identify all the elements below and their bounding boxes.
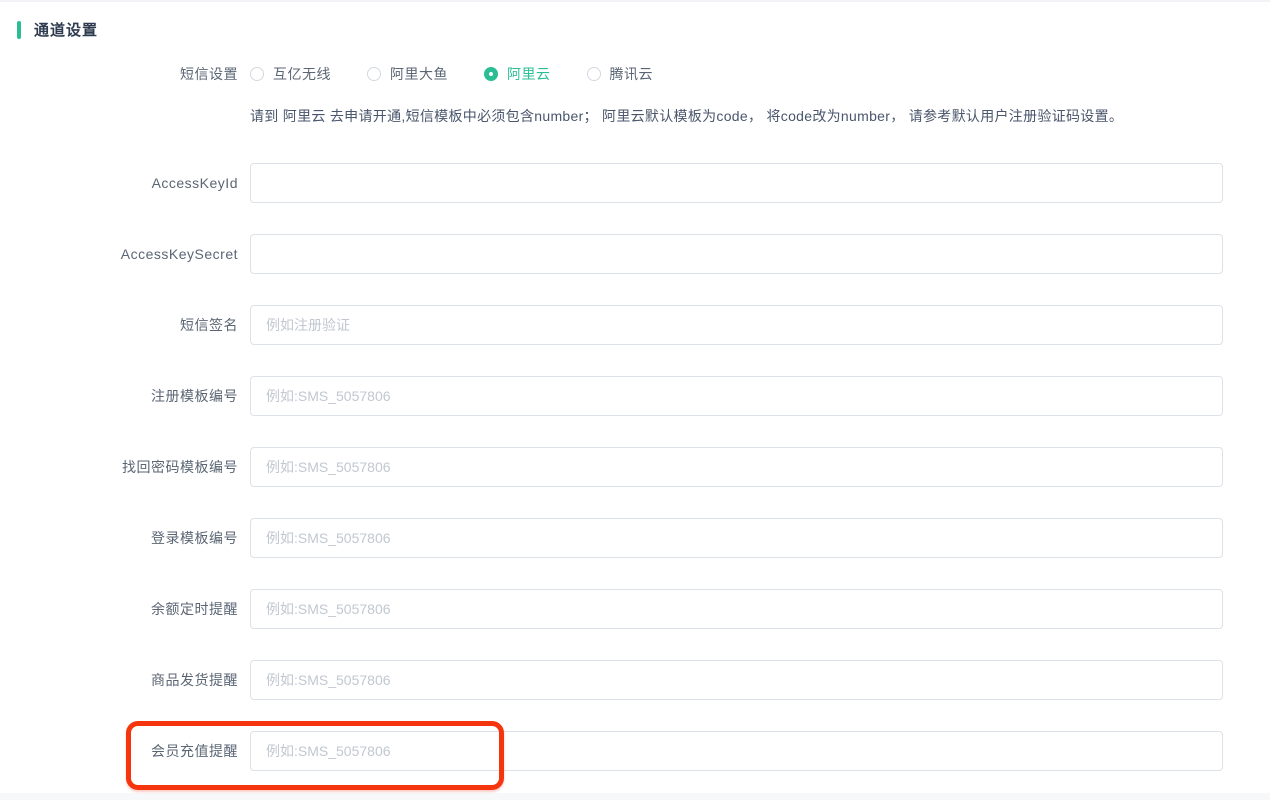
section-accent-bar xyxy=(17,21,21,39)
access-key-id-label: AccessKeyId xyxy=(0,175,250,191)
sms-signature-label: 短信签名 xyxy=(0,315,250,335)
balance-timed-reminder-label: 余额定时提醒 xyxy=(0,599,250,619)
balance-timed-reminder-input[interactable] xyxy=(250,589,1223,629)
login-template-id-label: 登录模板编号 xyxy=(0,528,250,548)
form-field-rows: AccessKeyId AccessKeySecret 短信签名注册模板编号找回密码… xyxy=(0,163,1270,771)
sms-signature-input[interactable] xyxy=(250,305,1223,345)
password-recovery-template-id-label: 找回密码模板编号 xyxy=(0,457,250,477)
channel-settings-panel: 通道设置 短信设置 互亿无线 阿里大鱼 阿里云 腾讯云 请到 阿里云 去申请开通,短信… xyxy=(0,0,1270,793)
radio-circle-icon xyxy=(587,67,601,81)
radio-option-huyi-wireless[interactable]: 互亿无线 xyxy=(250,64,331,84)
form-row-login-template-id: 登录模板编号 xyxy=(0,518,1270,558)
radio-option-tencent-cloud[interactable]: 腾讯云 xyxy=(587,64,654,84)
form-row-member-recharge-reminder: 会员充值提醒 xyxy=(0,731,1270,771)
form-row-password-recovery-template-id: 找回密码模板编号 xyxy=(0,447,1270,487)
radio-option-label: 阿里大鱼 xyxy=(390,64,448,84)
register-template-id-input[interactable] xyxy=(250,376,1223,416)
form-row-register-template-id: 注册模板编号 xyxy=(0,376,1270,416)
form-row-sms-signature: 短信签名 xyxy=(0,305,1270,345)
sms-provider-radio-group: 互亿无线 阿里大鱼 阿里云 腾讯云 xyxy=(250,64,689,84)
radio-circle-icon xyxy=(367,67,381,81)
form-row-balance-timed-reminder: 余额定时提醒 xyxy=(0,589,1270,629)
page-title: 通道设置 xyxy=(34,19,98,40)
radio-option-label: 腾讯云 xyxy=(610,64,654,84)
sms-provider-label: 短信设置 xyxy=(0,64,250,84)
password-recovery-template-id-input[interactable] xyxy=(250,447,1223,487)
radio-option-label: 阿里云 xyxy=(507,64,551,84)
form-row-access-key-secret: AccessKeySecret xyxy=(0,234,1270,274)
form-row-access-key-id: AccessKeyId xyxy=(0,163,1270,203)
access-key-id-input[interactable] xyxy=(250,163,1223,203)
form-row-goods-shipping-reminder: 商品发货提醒 xyxy=(0,660,1270,700)
radio-circle-icon xyxy=(484,67,498,81)
radio-circle-icon xyxy=(250,67,264,81)
provider-hint-text: 请到 阿里云 去申请开通,短信模板中必须包含number； 阿里云默认模板为co… xyxy=(250,106,1123,126)
section-header: 通道设置 xyxy=(0,2,1270,40)
member-recharge-reminder-label: 会员充值提醒 xyxy=(0,741,250,761)
radio-option-ali-dayu[interactable]: 阿里大鱼 xyxy=(367,64,448,84)
goods-shipping-reminder-input[interactable] xyxy=(250,660,1223,700)
access-key-secret-label: AccessKeySecret xyxy=(0,246,250,262)
radio-option-label: 互亿无线 xyxy=(273,64,331,84)
login-template-id-input[interactable] xyxy=(250,518,1223,558)
goods-shipping-reminder-label: 商品发货提醒 xyxy=(0,670,250,690)
sms-settings-form: 短信设置 互亿无线 阿里大鱼 阿里云 腾讯云 请到 阿里云 去申请开通,短信模板中必须… xyxy=(0,64,1270,771)
member-recharge-reminder-input[interactable] xyxy=(250,731,1223,771)
radio-option-aliyun[interactable]: 阿里云 xyxy=(484,64,551,84)
register-template-id-label: 注册模板编号 xyxy=(0,386,250,406)
sms-provider-row: 短信设置 互亿无线 阿里大鱼 阿里云 腾讯云 xyxy=(0,64,1270,84)
provider-hint-row: 请到 阿里云 去申请开通,短信模板中必须包含number； 阿里云默认模板为co… xyxy=(0,106,1270,126)
access-key-secret-input[interactable] xyxy=(250,234,1223,274)
